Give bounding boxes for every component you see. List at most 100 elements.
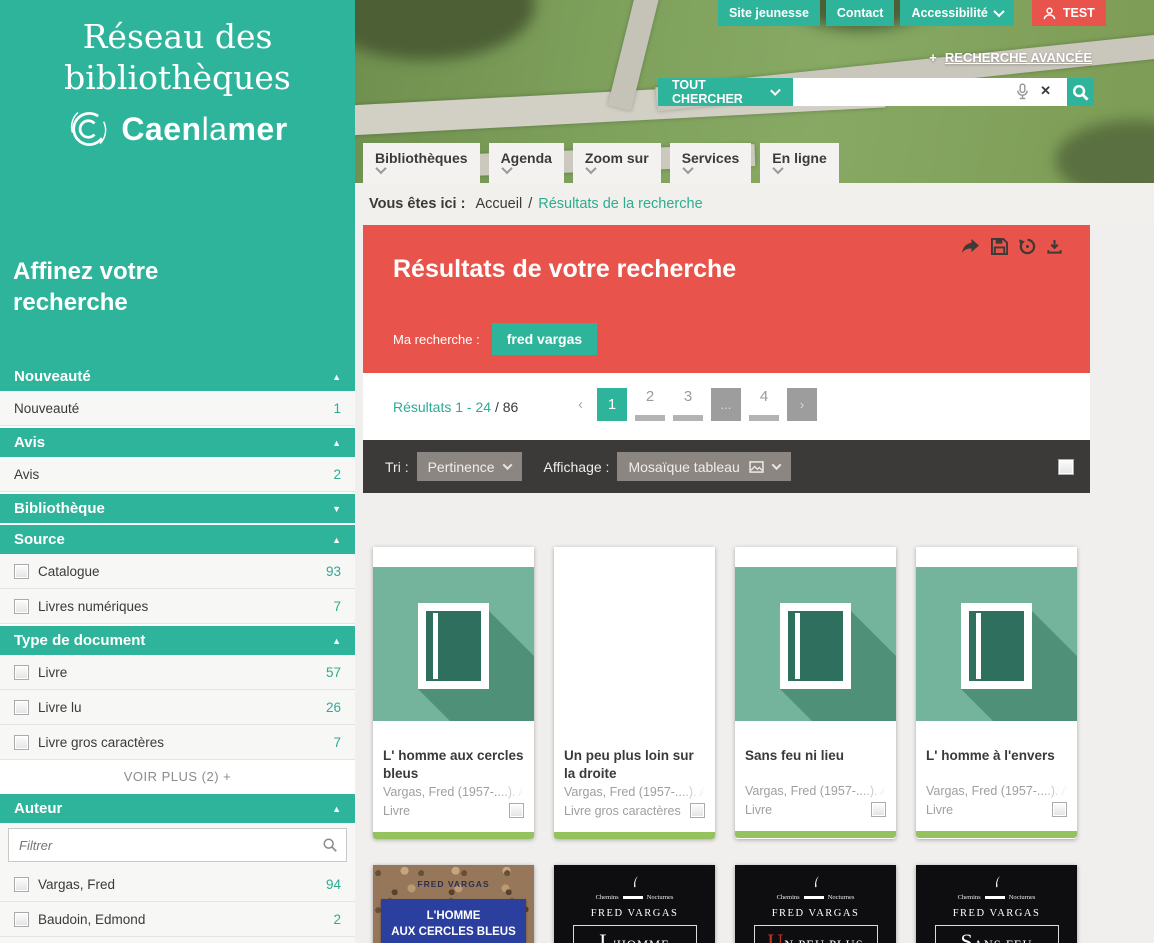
cover-thumbnail[interactable] [916, 567, 1077, 721]
topbar-link-contact[interactable]: Contact [826, 0, 895, 26]
result-title-link[interactable]: L' homme aux cercles bleus [383, 747, 524, 782]
facet-header-nouveaute[interactable]: Nouveauté▲ [0, 362, 355, 391]
book-cover[interactable]: FRED VARGASL'HOMMEAUX CERCLES BLEUS [373, 865, 534, 943]
result-select-checkbox[interactable] [1052, 802, 1067, 817]
facet-item-avis[interactable]: Avis2 [0, 457, 355, 492]
result-select-checkbox[interactable] [509, 803, 524, 818]
pagination-ellipsis[interactable]: ... [711, 388, 741, 421]
book-cover[interactable]: CheminsNocturnesFRED VARGASUN PEU PLUSLO… [735, 865, 896, 943]
facet-header-auteur[interactable]: Auteur▲ [0, 794, 355, 823]
topbar-link-label: Accessibilité [911, 6, 987, 20]
search-scope-button[interactable]: TOUT CHERCHER [658, 78, 793, 106]
checkbox[interactable] [14, 877, 29, 892]
facet-title: Nouveauté [14, 368, 91, 385]
card-accent-bar [916, 831, 1077, 838]
logo-line1: Réseau des [0, 16, 355, 57]
search-query-chip[interactable]: fred vargas [492, 323, 597, 355]
quill-icon [812, 875, 820, 888]
facet-item-vargas-fred[interactable]: Vargas, Fred94 [0, 867, 355, 902]
cover-title-line: L'HOMME [383, 908, 525, 924]
facet-item-livre-gros-caracteres[interactable]: Livre gros caractères7 [0, 725, 355, 760]
tab-services[interactable]: Services [670, 143, 752, 183]
facet-item-label: Livre lu [38, 700, 326, 715]
facet-item-catalogue[interactable]: Catalogue93 [0, 554, 355, 589]
select-all-checkbox[interactable] [1058, 459, 1074, 475]
result-title-link[interactable]: L' homme à l'envers [926, 747, 1067, 781]
share-icon[interactable] [961, 238, 980, 255]
breadcrumb: Vous êtes ici : Accueil / Résultats de l… [355, 183, 1154, 225]
checkbox[interactable] [14, 599, 29, 614]
logo-line2: bibliothèques [0, 57, 355, 98]
facet-filter-input[interactable] [9, 829, 346, 861]
result-author: Vargas, Fred (1957-....). Auteur [926, 784, 1067, 798]
facet-item-livre-lu[interactable]: Livre lu26 [0, 690, 355, 725]
pagination-next[interactable]: › [787, 388, 817, 421]
result-card[interactable]: Un peu plus loin sur la droite Vargas, Fr… [554, 547, 715, 839]
topbar-link-accessibilite[interactable]: Accessibilité [900, 0, 1013, 26]
advanced-search-link[interactable]: + RECHERCHE AVANCÉE [929, 50, 1092, 65]
result-title-link[interactable]: Un peu plus loin sur la droite [564, 747, 705, 782]
book-cover[interactable]: CheminsNocturnesFRED VARGASL'HOMMEA L'EN… [554, 865, 715, 943]
voir-plus-button[interactable]: VOIR PLUS (2) + [0, 760, 355, 792]
clear-search-icon[interactable]: ✕ [1040, 84, 1051, 97]
facet-header-type-de-document[interactable]: Type de document▲ [0, 626, 355, 655]
facet-item-label: Nouveauté [14, 401, 333, 416]
result-title-link[interactable]: Sans feu ni lieu [745, 747, 886, 781]
result-select-checkbox[interactable] [690, 803, 705, 818]
checkbox[interactable] [14, 735, 29, 750]
tab-zoom-sur[interactable]: Zoom sur [573, 143, 661, 183]
result-author: Vargas, Fred (1957-....). Auteur [564, 785, 705, 799]
result-card[interactable]: L' homme à l'envers Vargas, Fred (1957-..… [916, 547, 1077, 839]
checkbox[interactable] [14, 912, 29, 927]
tab-agenda[interactable]: Agenda [489, 143, 564, 183]
cover-author: FRED VARGAS [735, 908, 896, 919]
facet-header-bibliotheque[interactable]: Bibliothèque▼ [0, 494, 355, 523]
chevron-down-icon [771, 460, 781, 470]
facet-item-count: 57 [326, 665, 341, 680]
facet-item-livres-numeriques[interactable]: Livres numériques7 [0, 589, 355, 624]
pagination-page-label: 3 [684, 388, 692, 405]
sort-select[interactable]: Pertinence [417, 452, 522, 481]
result-select-checkbox[interactable] [871, 802, 886, 817]
checkbox[interactable] [14, 665, 29, 680]
tab-en-ligne[interactable]: En ligne [760, 143, 838, 183]
result-card[interactable]: Sans feu ni lieuVargas, Fred (1957-....)… [735, 547, 896, 839]
pagination-page-current[interactable]: 1 [597, 388, 627, 421]
pagination-page[interactable]: 4 [749, 388, 779, 421]
facet-item-count: 7 [333, 735, 341, 750]
result-card[interactable]: L' homme aux cercles bleusVargas, Fred (… [373, 547, 534, 839]
imprint-right: Nocturnes [1009, 894, 1036, 901]
pagination-page[interactable]: 3 [673, 388, 703, 421]
chevron-down-icon [770, 85, 781, 96]
tab-bibliotheques[interactable]: Bibliothèques [363, 143, 480, 183]
facet-header-avis[interactable]: Avis▲ [0, 428, 355, 457]
pagination-prev[interactable]: ‹ [578, 396, 583, 413]
facet-item-doyon-josee[interactable]: Doyon, Josée1 [0, 937, 355, 943]
cover-thumbnail[interactable] [373, 567, 534, 721]
site-logo[interactable]: Réseau des bibliothèques Caenlamer [0, 0, 355, 151]
download-icon[interactable] [1047, 239, 1062, 254]
pagination-page[interactable]: 2 [635, 388, 665, 421]
cover-thumbnail[interactable] [735, 567, 896, 721]
save-icon[interactable] [991, 238, 1008, 255]
facet-item-nouveaute[interactable]: Nouveauté1 [0, 391, 355, 426]
checkbox[interactable] [14, 700, 29, 715]
result-type-row: Livre [926, 802, 1067, 817]
facet-header-source[interactable]: Source▲ [0, 525, 355, 554]
cover-thumbnail[interactable] [554, 567, 715, 721]
card-body: L' homme aux cercles bleusVargas, Fred (… [373, 721, 534, 824]
search-icon [1072, 84, 1089, 101]
microphone-icon[interactable] [1016, 83, 1029, 105]
checkbox[interactable] [14, 564, 29, 579]
pagination-page-label: 2 [646, 388, 654, 405]
facet-item-baudoin-edmond[interactable]: Baudoin, Edmond2 [0, 902, 355, 937]
test-account-button[interactable]: TEST [1032, 0, 1106, 26]
history-icon[interactable] [1019, 238, 1036, 255]
book-cover[interactable]: CheminsNocturnesFRED VARGASSANS FEUNI LI… [916, 865, 1077, 943]
search-submit-button[interactable] [1067, 78, 1094, 106]
facet-item-livre[interactable]: Livre57 [0, 655, 355, 690]
breadcrumb-home-link[interactable]: Accueil [475, 196, 522, 212]
imprint-left: Chemins [958, 894, 981, 901]
topbar-link-site-jeunesse[interactable]: Site jeunesse [718, 0, 820, 26]
display-select[interactable]: Mosaïque tableau [617, 452, 790, 481]
